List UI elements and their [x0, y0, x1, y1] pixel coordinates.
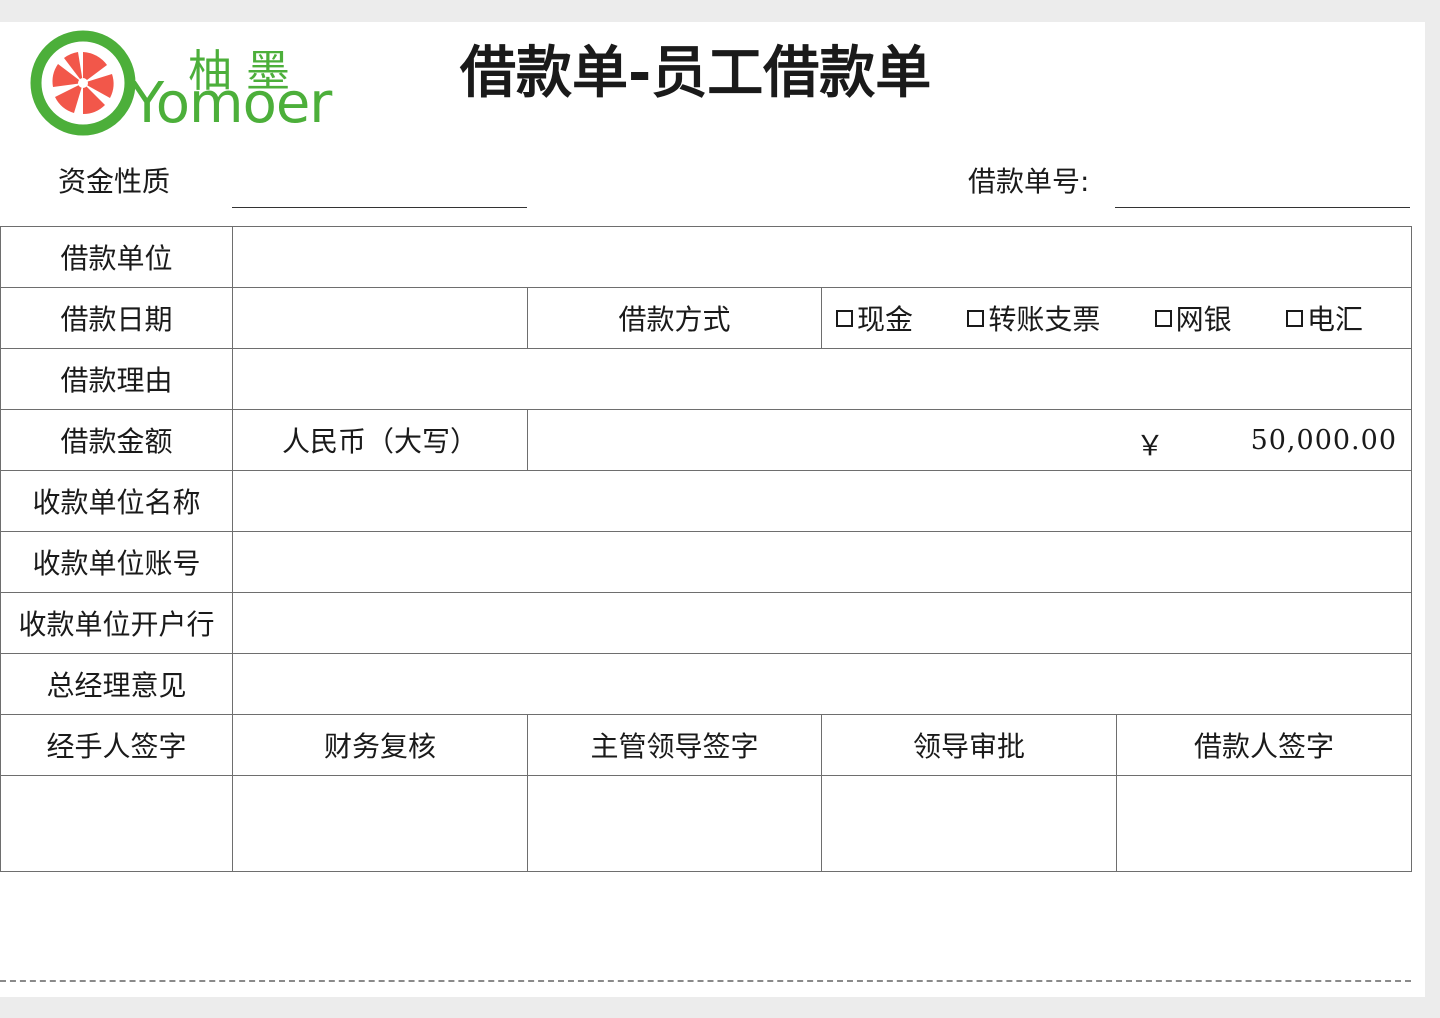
method-transfer-check-option[interactable]: 转账支票 — [967, 298, 1100, 338]
borrower-signature-field[interactable] — [1116, 775, 1412, 872]
table-row: 总经理意见 — [0, 653, 1412, 715]
table-row: 借款单位 — [0, 226, 1412, 288]
table-row: 收款单位开户行 — [0, 592, 1412, 654]
checkbox-icon[interactable] — [1285, 309, 1303, 327]
cut-line-divider — [0, 980, 1411, 982]
loan-unit-field[interactable] — [232, 226, 1412, 288]
finance-review-field[interactable] — [232, 775, 528, 872]
table-row: 收款单位账号 — [0, 531, 1412, 593]
currency-words-label: 人民币（大写） — [232, 409, 528, 471]
table-row: 经手人签字 财务复核 主管领导签字 领导审批 借款人签字 — [0, 714, 1412, 776]
loan-reason-label: 借款理由 — [0, 348, 233, 410]
loan-number-field[interactable] — [1115, 207, 1410, 208]
loan-amount-field[interactable]: ￥ 50,000.00 — [527, 409, 1412, 471]
form-title: 借款单-员工借款单 — [460, 41, 932, 106]
grapefruit-slice-icon — [30, 30, 136, 136]
payee-account-field[interactable] — [232, 531, 1412, 593]
logo-english-name: Yomoer — [130, 71, 332, 136]
finance-review-label: 财务复核 — [232, 714, 528, 776]
leader-approval-field[interactable] — [821, 775, 1117, 872]
loan-unit-label: 借款单位 — [0, 226, 233, 288]
handler-signature-field[interactable] — [0, 775, 233, 872]
amount-value: 50,000.00 — [1250, 425, 1397, 456]
loan-form-sheet: 柚墨 Yomoer 借款单-员工借款单 资金性质 借款单号: 借款单位 借款日期… — [0, 22, 1425, 997]
table-row: 借款金额 人民币（大写） ￥ 50,000.00 — [0, 409, 1412, 471]
checkbox-icon[interactable] — [836, 309, 853, 327]
payee-name-field[interactable] — [232, 470, 1412, 532]
fund-nature-field[interactable] — [232, 207, 527, 208]
supervisor-signature-label: 主管领导签字 — [527, 714, 822, 776]
method-cash-option[interactable]: 现金 — [836, 298, 913, 338]
handler-signature-label: 经手人签字 — [0, 714, 233, 776]
checkbox-icon[interactable] — [1154, 309, 1172, 327]
method-online-bank-option[interactable]: 网银 — [1154, 298, 1232, 338]
payee-bank-label: 收款单位开户行 — [0, 592, 233, 654]
leader-approval-label: 领导审批 — [821, 714, 1117, 776]
table-row: 借款日期 借款方式 现金 转账支票 网银 电汇 — [0, 287, 1412, 349]
payee-name-label: 收款单位名称 — [0, 470, 233, 532]
loan-number-label: 借款单号: — [968, 165, 1090, 198]
company-logo: 柚墨 Yomoer — [28, 27, 332, 142]
table-row — [0, 775, 1412, 872]
borrower-signature-label: 借款人签字 — [1116, 714, 1412, 776]
currency-symbol: ￥ — [1136, 429, 1165, 462]
checkbox-icon[interactable] — [967, 309, 985, 327]
loan-amount-label: 借款金额 — [0, 409, 233, 471]
supervisor-signature-field[interactable] — [527, 775, 822, 872]
table-row: 收款单位名称 — [0, 470, 1412, 532]
loan-date-label: 借款日期 — [0, 287, 233, 349]
gm-opinion-label: 总经理意见 — [0, 653, 233, 715]
payee-account-label: 收款单位账号 — [0, 531, 233, 593]
loan-date-field[interactable] — [232, 287, 528, 349]
table-row: 借款理由 — [0, 348, 1412, 410]
gm-opinion-field[interactable] — [232, 653, 1412, 715]
loan-method-options: 现金 转账支票 网银 电汇 — [821, 287, 1412, 349]
payee-bank-field[interactable] — [232, 592, 1412, 654]
loan-reason-field[interactable] — [232, 348, 1412, 410]
fund-nature-label: 资金性质 — [58, 165, 171, 198]
loan-form-table: 借款单位 借款日期 借款方式 现金 转账支票 网银 电汇 借款理由 借款金额 人… — [0, 226, 1412, 872]
loan-method-label: 借款方式 — [527, 287, 822, 349]
method-wire-option[interactable]: 电汇 — [1285, 298, 1363, 338]
